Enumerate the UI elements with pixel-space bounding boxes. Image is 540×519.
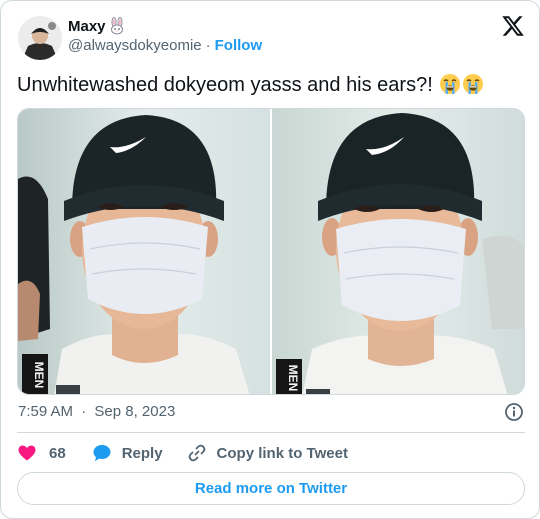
x-logo-icon[interactable] (501, 14, 525, 38)
author-handle-row: @alwaysdokyeomie · Follow (68, 37, 262, 54)
copy-link-button[interactable]: Copy link to Tweet (187, 443, 348, 463)
reply-label: Reply (121, 444, 163, 462)
author-name-row[interactable]: Maxy (68, 17, 126, 35)
tweet-date: Sep 8, 2023 (94, 403, 176, 420)
separator-dot: · (205, 37, 211, 54)
like-button[interactable]: 68 (17, 443, 66, 463)
info-icon[interactable] (504, 402, 524, 422)
loudly-crying-face-icon (463, 74, 484, 94)
like-count: 68 (49, 444, 66, 462)
read-more-button[interactable]: Read more on Twitter (17, 472, 525, 505)
tweet-photo-left[interactable]: MEN (18, 109, 270, 394)
avatar[interactable] (18, 16, 62, 60)
author-display-name[interactable]: Maxy (68, 18, 106, 35)
right-photo-tag-text: MEN (286, 365, 300, 392)
tweet-time: 7:59 AM (18, 403, 74, 420)
tweet-text: Unwhitewashed dokyeom yasss and his ears… (17, 73, 484, 97)
read-more-label: Read more on Twitter (194, 480, 348, 497)
reply-bubble-icon (93, 445, 111, 462)
link-icon (188, 444, 205, 462)
rabbit-emoji-icon (110, 17, 123, 35)
tweet-photo-right[interactable]: MEN (272, 109, 524, 394)
tweet-media-grid[interactable]: MEN MEN (17, 108, 525, 395)
tweet-actions: 68 Reply Copy link to Tweet (17, 443, 348, 463)
heart-icon (18, 445, 36, 461)
tweet-text-body: Unwhitewashed dokyeom yasss and his ears… (17, 74, 433, 96)
loudly-crying-face-icon (440, 74, 461, 94)
follow-link[interactable]: Follow (215, 37, 263, 54)
divider (17, 432, 525, 433)
tweet-embed-card: Maxy @alwaysdokyeomie · Follow Unwhitewa… (0, 0, 540, 519)
separator-dot: · (81, 403, 87, 420)
author-handle[interactable]: @alwaysdokyeomie (68, 37, 202, 54)
tweet-timestamp[interactable]: 7:59 AM · Sep 8, 2023 (18, 403, 175, 420)
left-photo-tag-text: MEN (32, 362, 46, 389)
reply-button[interactable]: Reply (92, 443, 163, 463)
copy-link-label: Copy link to Tweet (216, 444, 348, 462)
